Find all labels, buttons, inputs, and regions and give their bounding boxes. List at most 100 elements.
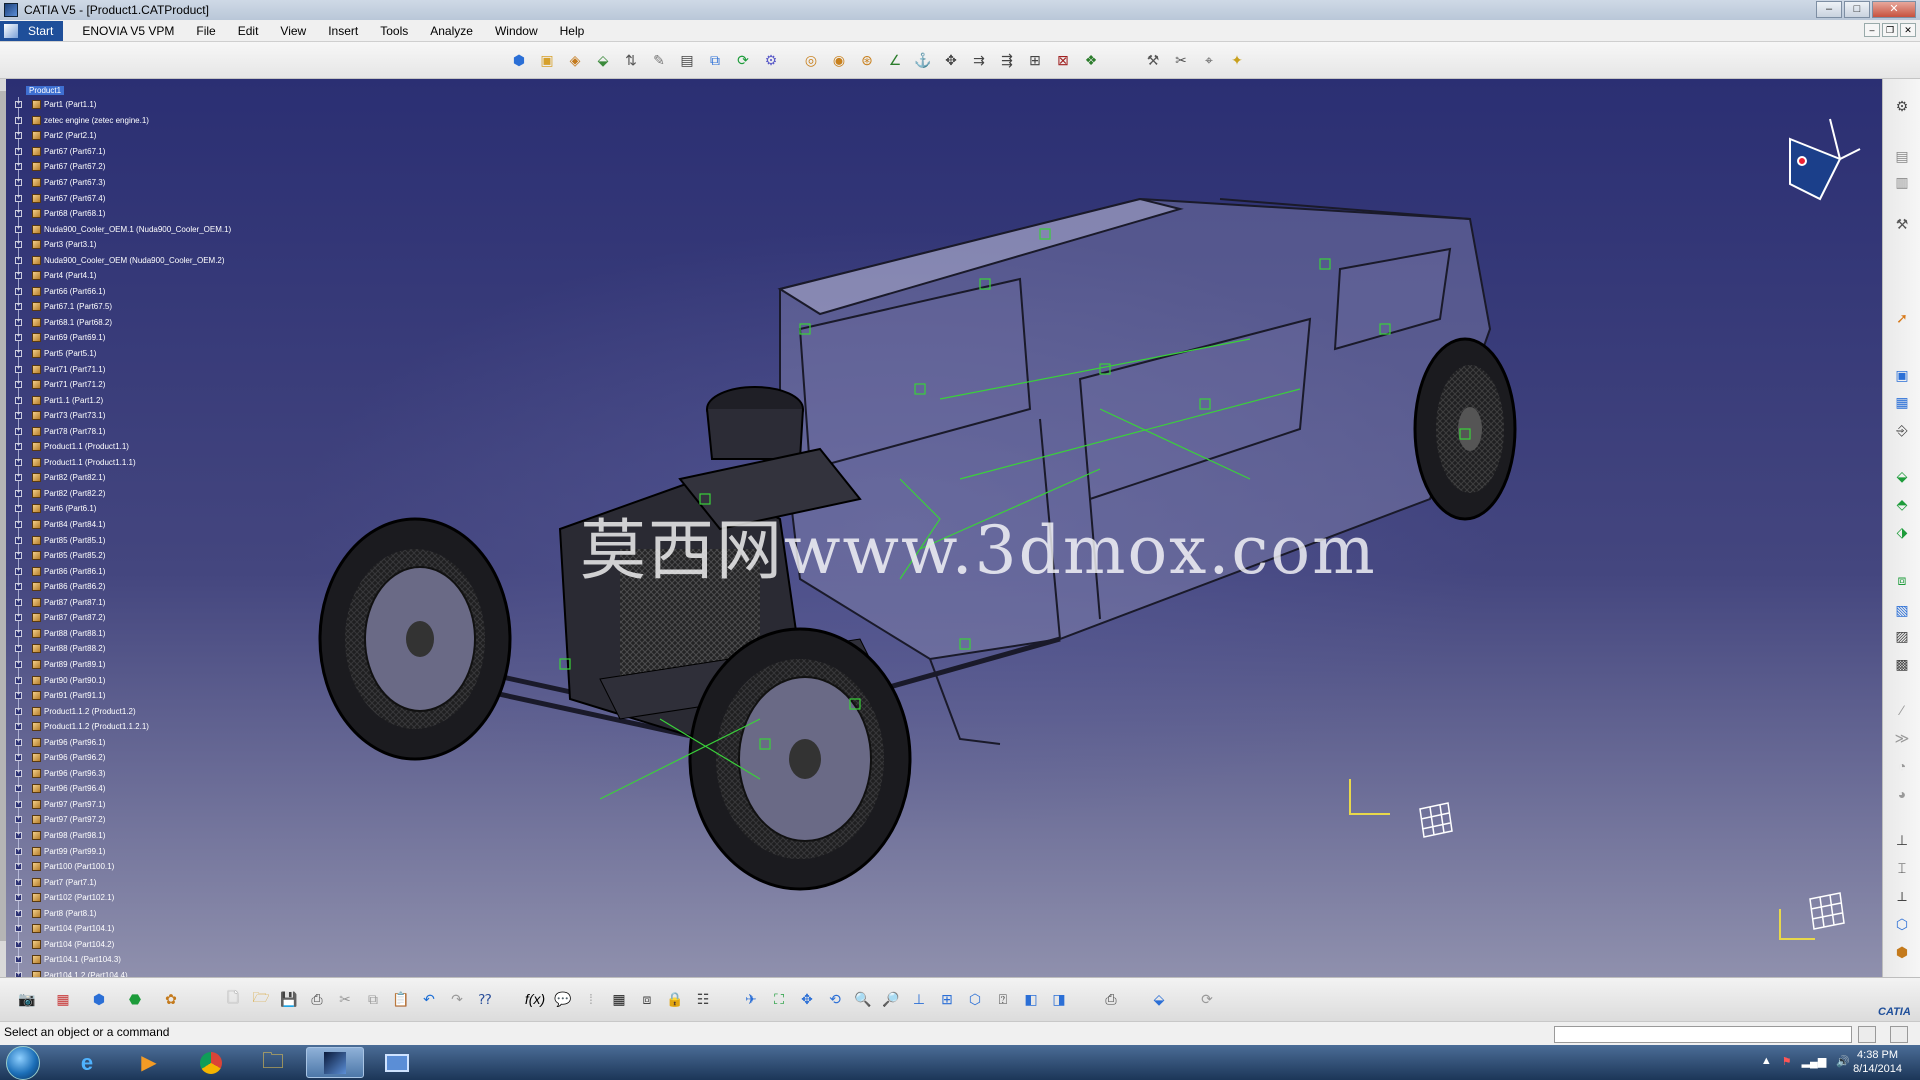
tree-item[interactable]: + Part91 (Part91.1) xyxy=(6,688,246,704)
generate-numbering-icon[interactable]: ▤ xyxy=(676,49,698,71)
tree-item[interactable]: + Part67 (Part67.3) xyxy=(6,175,246,191)
catia-app-icon[interactable] xyxy=(4,3,18,17)
tree-expand-toggle[interactable]: + xyxy=(15,365,22,373)
assembly-features-icon[interactable]: ▩ xyxy=(1891,653,1913,675)
tree-expand-toggle[interactable]: + xyxy=(15,894,22,902)
tree-item[interactable]: + Part96 (Part96.4) xyxy=(6,781,246,797)
taskbar-explorer[interactable]: 🗀 xyxy=(244,1047,302,1078)
explode-icon[interactable]: ⊞ xyxy=(1024,49,1046,71)
tree-expand-toggle[interactable]: + xyxy=(15,863,22,871)
tree-item[interactable]: + Part71 (Part71.1) xyxy=(6,361,246,377)
tree-expand-toggle[interactable]: + xyxy=(15,567,22,575)
tree-item[interactable]: + Nuda900_Cooler_OEM (Nuda900_Cooler_OEM.… xyxy=(6,252,246,268)
stop-manipulate-icon[interactable]: ⊠ xyxy=(1052,49,1074,71)
whats-this-icon[interactable]: ⁇ xyxy=(474,988,496,1010)
tree-item[interactable]: + Part97 (Part97.1) xyxy=(6,797,246,813)
tree-expand-toggle[interactable]: + xyxy=(15,909,22,917)
doc-restore-button[interactable]: ❐ xyxy=(1882,23,1898,37)
pan-icon[interactable]: ✥ xyxy=(796,988,818,1010)
save-management-icon[interactable]: ▥ xyxy=(1891,171,1913,193)
tree-item[interactable]: + Part104 (Part104.2) xyxy=(6,937,246,953)
tree-expand-toggle[interactable]: + xyxy=(15,427,22,435)
tree-expand-toggle[interactable]: + xyxy=(15,505,22,513)
tree-item[interactable]: + Part84 (Part84.1) xyxy=(6,517,246,533)
smart-move-icon[interactable]: ⇶ xyxy=(996,49,1018,71)
hole-icon[interactable]: ◔ xyxy=(1891,755,1913,777)
tree-item[interactable]: + Part86 (Part86.1) xyxy=(6,563,246,579)
tree-expand-toggle[interactable]: + xyxy=(15,645,22,653)
tree-item[interactable]: + Part1 (Part1.1) xyxy=(6,97,246,113)
tree-item[interactable]: + Part97 (Part97.2) xyxy=(6,812,246,828)
clash-analysis-icon[interactable]: ⚒ xyxy=(1142,49,1164,71)
axis-icon[interactable]: ⊥ xyxy=(1891,829,1913,851)
tree-root-product[interactable]: Product1 xyxy=(6,83,246,97)
doc-minimize-button[interactable]: – xyxy=(1864,23,1880,37)
bill-of-material-icon[interactable]: ▧ xyxy=(1891,599,1913,621)
tree-expand-toggle[interactable]: + xyxy=(15,350,22,358)
comment-icon[interactable]: 💬 xyxy=(552,988,574,1010)
publish-icon[interactable]: ⬗ xyxy=(1891,521,1913,543)
tree-expand-toggle[interactable]: + xyxy=(15,116,22,124)
cut-icon[interactable]: ✂ xyxy=(334,988,356,1010)
view-icon[interactable]: ⬡ xyxy=(1891,913,1913,935)
tree-expand-toggle[interactable]: + xyxy=(15,194,22,202)
tree-item[interactable]: + Product1.1 (Product1.1.1) xyxy=(6,455,246,471)
symmetry-icon[interactable]: ≫ xyxy=(1891,727,1913,749)
tree-item[interactable]: + Part82 (Part82.2) xyxy=(6,486,246,502)
distance-analysis-icon[interactable]: ⌖ xyxy=(1198,49,1220,71)
zoom-in-icon[interactable]: 🔍 xyxy=(852,988,874,1010)
taskbar-window[interactable] xyxy=(368,1047,426,1078)
tree-expand-toggle[interactable]: + xyxy=(15,489,22,497)
dimension-icon[interactable]: ⟂ xyxy=(1891,885,1913,907)
apply-material-icon[interactable]: ⬙ xyxy=(1148,988,1170,1010)
tree-item[interactable]: + Product1.1.2 (Product1.1.2.1) xyxy=(6,719,246,735)
new-part-icon[interactable]: ◈ xyxy=(564,49,586,71)
maximize-button[interactable]: □ xyxy=(1844,1,1870,18)
tree-expand-toggle[interactable]: + xyxy=(15,318,22,326)
select-arrow-icon[interactable]: ➚ xyxy=(1891,307,1913,329)
tree-expand-toggle[interactable]: + xyxy=(15,738,22,746)
tree-expand-toggle[interactable]: + xyxy=(15,147,22,155)
tree-expand-toggle[interactable]: + xyxy=(15,707,22,715)
coincidence-constraint-icon[interactable]: ◎ xyxy=(800,49,822,71)
undo-icon[interactable]: ↶ xyxy=(418,988,440,1010)
tree-item[interactable]: + Nuda900_Cooler_OEM.1 (Nuda900_Cooler_OE… xyxy=(6,221,246,237)
fit-all-in-icon[interactable]: ⛶ xyxy=(768,988,790,1010)
copy-icon[interactable]: ⧉ xyxy=(362,988,384,1010)
tree-expand-toggle[interactable]: + xyxy=(15,179,22,186)
normal-view-icon[interactable]: ⊥ xyxy=(908,988,930,1010)
camera-icon[interactable]: 📷 xyxy=(16,988,38,1010)
tree-item[interactable]: + Part67 (Part67.1) xyxy=(6,144,246,160)
tree-item[interactable]: + Part68.1 (Part68.2) xyxy=(6,315,246,331)
specification-tree[interactable]: Product1 + Part1 (Part1.1) + zetec engine (… xyxy=(6,83,246,977)
tree-item[interactable]: + Part99 (Part99.1) xyxy=(6,843,246,859)
enhanced-scene-icon[interactable]: ⧈ xyxy=(1891,569,1913,591)
tray-expand-icon[interactable]: ▲ xyxy=(1761,1055,1772,1068)
capture-icon[interactable]: ⬢ xyxy=(1891,941,1913,963)
contact-constraint-icon[interactable]: ◉ xyxy=(828,49,850,71)
tree-expand-toggle[interactable]: + xyxy=(15,583,22,591)
tree-expand-toggle[interactable]: + xyxy=(15,940,22,948)
tree-expand-toggle[interactable]: + xyxy=(15,552,22,560)
taskbar-catia[interactable] xyxy=(306,1047,364,1078)
menu-analyze[interactable]: Analyze xyxy=(419,24,484,38)
tree-item[interactable]: + Part2 (Part2.1) xyxy=(6,128,246,144)
tree-item[interactable]: + Part104.1 (Part104.3) xyxy=(6,952,246,968)
sync-icon[interactable]: ⟳ xyxy=(1196,988,1218,1010)
tree-expand-toggle[interactable]: + xyxy=(15,101,22,109)
tree-expand-toggle[interactable]: + xyxy=(15,723,22,731)
hide-show-icon[interactable]: ◧ xyxy=(1020,988,1042,1010)
graph-tree-reordering-icon[interactable]: ✎ xyxy=(648,49,670,71)
tree-expand-toggle[interactable]: + xyxy=(15,754,22,762)
menu-view[interactable]: View xyxy=(269,24,317,38)
tree-item[interactable]: + Part82 (Part82.1) xyxy=(6,470,246,486)
zoom-out-icon[interactable]: 🔎 xyxy=(880,988,902,1010)
tree-item[interactable]: + Part98 (Part98.1) xyxy=(6,828,246,844)
tree-item[interactable]: + Part1.1 (Part1.2) xyxy=(6,392,246,408)
tree-item[interactable]: + Part88 (Part88.2) xyxy=(6,641,246,657)
tree-item[interactable]: + Part69 (Part69.1) xyxy=(6,330,246,346)
tree-expand-toggle[interactable]: + xyxy=(15,256,22,264)
tree-item[interactable]: + Part104.1.2 (Part104.4) xyxy=(6,968,246,977)
tree-expand-toggle[interactable]: + xyxy=(15,769,22,777)
tree-expand-toggle[interactable]: + xyxy=(15,412,22,420)
